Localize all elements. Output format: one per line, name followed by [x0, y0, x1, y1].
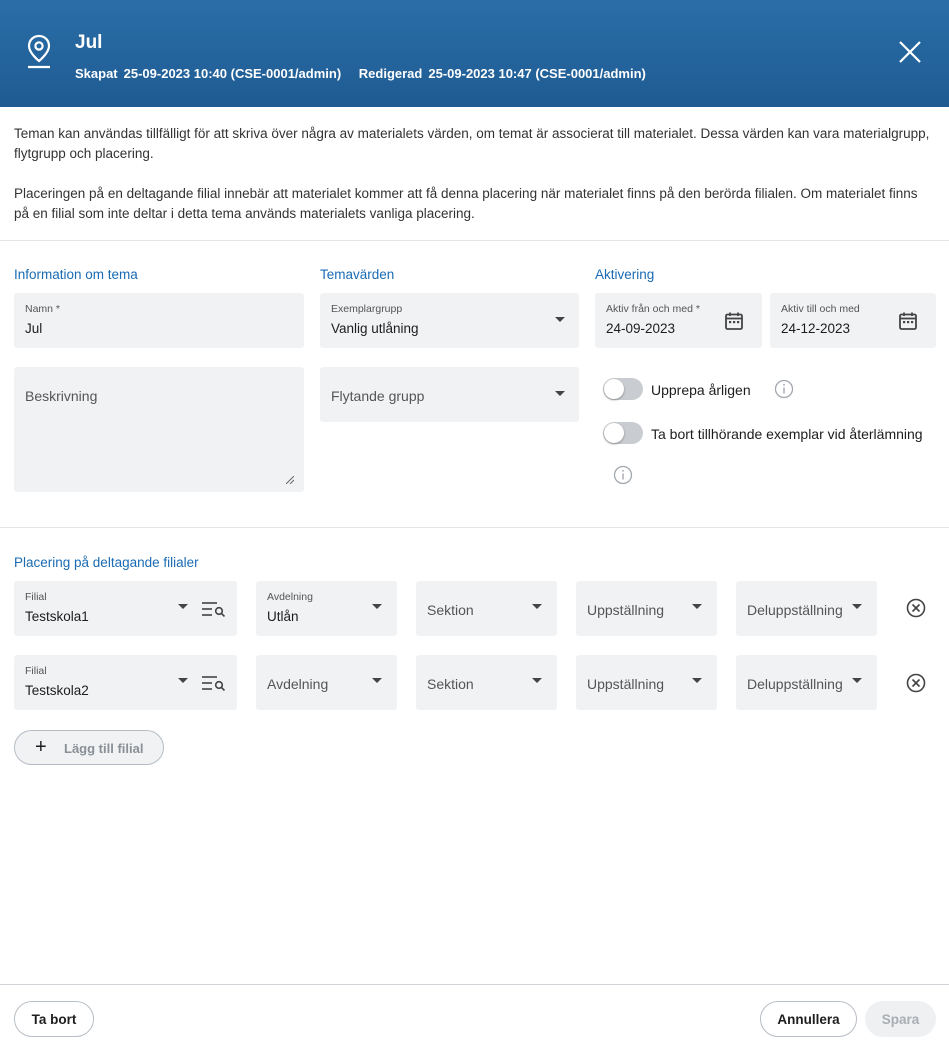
branch-value: Testskola1 [25, 609, 89, 624]
divider [0, 240, 949, 241]
subarrangement-placeholder: Deluppställning [747, 676, 843, 692]
info-icon[interactable] [613, 465, 633, 485]
subarrangement-select[interactable]: Deluppställning [736, 655, 877, 710]
floating-group-select[interactable]: Flytande grupp [320, 367, 579, 422]
chevron-down-icon [532, 604, 542, 609]
chevron-down-icon [372, 678, 382, 683]
chevron-down-icon [555, 391, 565, 396]
branch-value: Testskola2 [25, 683, 89, 698]
name-field[interactable]: Namn * Jul [14, 293, 304, 348]
add-branch-button[interactable]: + Lägg till filial [14, 730, 164, 765]
active-from-label: Aktiv från och med * [606, 303, 700, 315]
chevron-down-icon [372, 604, 382, 609]
cancel-button[interactable]: Annullera [760, 1001, 857, 1037]
location-pin-icon [27, 34, 51, 69]
created-value: 25-09-2023 10:40 (CSE-0001/admin) [123, 66, 342, 81]
divider [0, 527, 949, 528]
section-select[interactable]: Sektion [416, 581, 557, 636]
remove-on-return-toggle[interactable] [603, 422, 643, 444]
chevron-down-icon [692, 678, 702, 683]
department-label: Avdelning [267, 591, 313, 603]
arrangement-select[interactable]: Uppställning [576, 655, 717, 710]
delete-button[interactable]: Ta bort [14, 1001, 94, 1037]
remove-row-icon[interactable] [906, 598, 926, 618]
toggle-knob [604, 423, 624, 443]
department-select[interactable]: Avdelning [256, 655, 397, 710]
active-to-label: Aktiv till och med [781, 303, 860, 315]
chevron-down-icon [692, 604, 702, 609]
toggle-knob [604, 379, 624, 399]
intro-paragraph-2: Placeringen på en deltagande filial inne… [14, 186, 918, 221]
section-placeholder: Sektion [427, 676, 474, 692]
list-search-icon[interactable] [202, 601, 226, 617]
active-to-field[interactable]: Aktiv till och med 24-12-2023 [770, 293, 936, 348]
copy-group-value: Vanlig utlåning [331, 321, 419, 336]
arrangement-placeholder: Uppställning [587, 602, 665, 618]
chevron-down-icon [852, 678, 862, 683]
repeat-yearly-toggle[interactable] [603, 378, 643, 400]
intro-paragraph-1: Teman kan användas tillfälligt för att s… [14, 126, 930, 161]
theme-values-title: Temavärden [320, 267, 395, 282]
floating-group-placeholder: Flytande grupp [331, 388, 425, 404]
name-value: Jul [25, 321, 43, 336]
arrangement-select[interactable]: Uppställning [576, 581, 717, 636]
remove-row-icon[interactable] [906, 673, 926, 693]
save-button[interactable]: Spara [865, 1001, 936, 1037]
record-meta: Skapat 25-09-2023 10:40 (CSE-0001/admin) … [75, 66, 660, 81]
copy-group-label: Exemplargrupp [331, 303, 403, 315]
list-search-icon[interactable] [202, 675, 226, 691]
active-from-value: 24-09-2023 [606, 321, 676, 336]
info-section-title: Information om tema [14, 267, 138, 282]
copy-group-select[interactable]: Exemplargrupp Vanlig utlåning [320, 293, 579, 348]
chevron-down-icon [178, 604, 188, 609]
edited-label: Redigerad [358, 66, 423, 81]
footer-divider [0, 984, 949, 985]
branch-select[interactable]: Filial Testskola1 [14, 581, 237, 636]
chevron-down-icon [532, 678, 542, 683]
info-icon[interactable] [774, 379, 794, 399]
dialog-title: Jul [75, 32, 103, 53]
intro-text: Teman kan användas tillfälligt för att s… [14, 124, 934, 244]
add-branch-label: Lägg till filial [64, 741, 144, 756]
department-placeholder: Avdelning [267, 676, 329, 692]
section-placeholder: Sektion [427, 602, 474, 618]
created-label: Skapat [75, 66, 118, 81]
chevron-down-icon [852, 604, 862, 609]
remove-on-return-label: Ta bort tillhörande exemplar vid återläm… [651, 426, 923, 442]
branch-label: Filial [25, 591, 47, 603]
dialog-header: Jul Skapat 25-09-2023 10:40 (CSE-0001/adm… [0, 0, 949, 107]
description-placeholder: Beskrivning [25, 388, 98, 404]
description-field[interactable]: Beskrivning [14, 367, 304, 492]
chevron-down-icon [178, 678, 188, 683]
subarrangement-placeholder: Deluppställning [747, 602, 843, 618]
subarrangement-select[interactable]: Deluppställning [736, 581, 877, 636]
placement-title: Placering på deltagande filialer [14, 555, 199, 570]
name-label: Namn * [25, 303, 61, 315]
branch-select[interactable]: Filial Testskola2 [14, 655, 237, 710]
section-select[interactable]: Sektion [416, 655, 557, 710]
active-to-value: 24-12-2023 [781, 321, 851, 336]
activation-title: Aktivering [595, 267, 655, 282]
arrangement-placeholder: Uppställning [587, 676, 665, 692]
resize-handle-icon[interactable] [286, 476, 294, 484]
active-from-field[interactable]: Aktiv från och med * 24-09-2023 [595, 293, 762, 348]
branch-label: Filial [25, 665, 47, 677]
plus-icon: + [35, 736, 47, 758]
edited-value: 25-09-2023 10:47 (CSE-0001/admin) [428, 66, 646, 81]
chevron-down-icon [555, 317, 565, 322]
close-icon[interactable] [897, 39, 923, 65]
calendar-icon[interactable] [898, 311, 918, 331]
department-select[interactable]: Avdelning Utlån [256, 581, 397, 636]
repeat-yearly-label: Upprepa årligen [651, 382, 751, 398]
calendar-icon[interactable] [724, 311, 744, 331]
department-value: Utlån [267, 609, 299, 624]
